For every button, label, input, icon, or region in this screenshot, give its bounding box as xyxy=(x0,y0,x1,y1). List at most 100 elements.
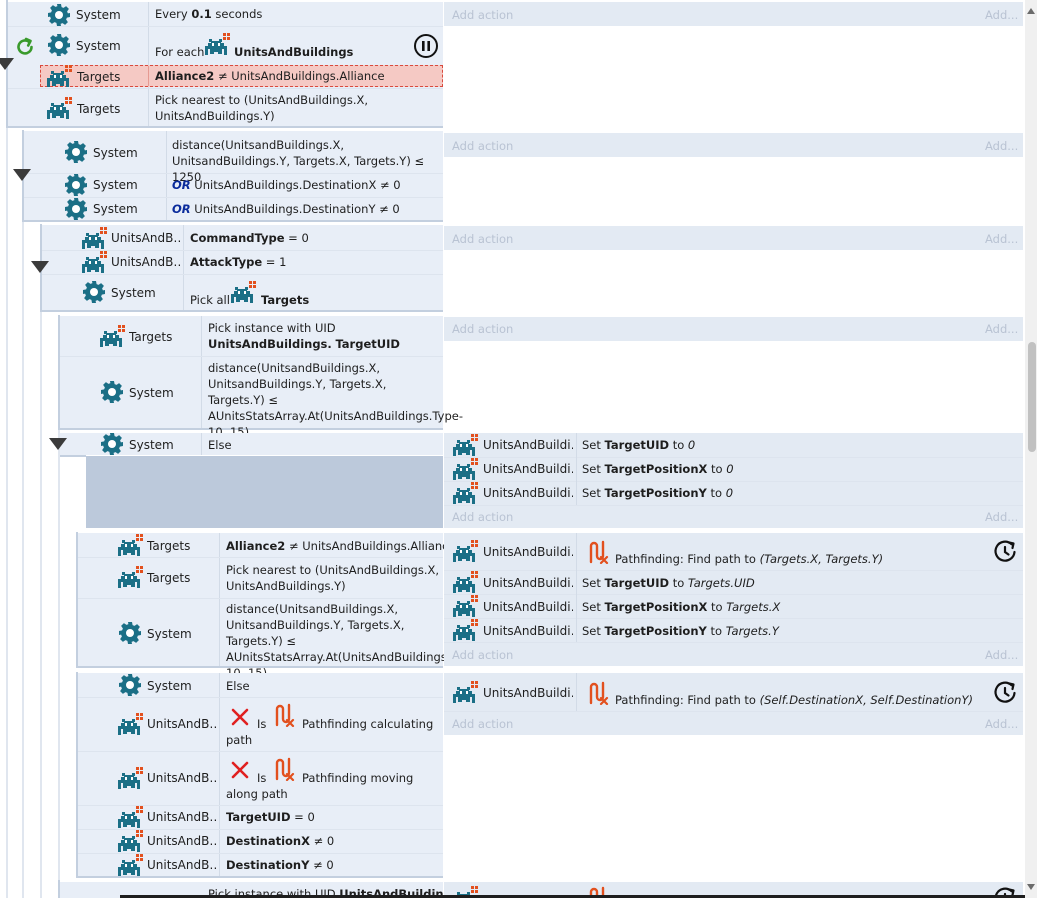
object-name: UnitsAndB… xyxy=(147,810,217,824)
else-body xyxy=(86,456,443,528)
action-set-target-pos-x[interactable]: Set TargetPositionX to Targets.X xyxy=(582,599,780,615)
sprite-object-icon xyxy=(116,566,144,588)
condition-alliance[interactable]: Alliance2 ≠ UnitsAndBuildings.Alliance xyxy=(226,538,456,554)
condition-command-type[interactable]: CommandType = 0 xyxy=(190,230,309,246)
sprite-object-icon xyxy=(80,227,108,249)
actions-area[interactable] xyxy=(444,2,1023,26)
action-set-target-uid[interactable]: Set TargetUID to 0 xyxy=(582,437,695,453)
object-name: UnitsAndBuildi… xyxy=(483,486,573,500)
actions-area[interactable] xyxy=(444,226,1023,250)
action-set-target-uid[interactable]: Set TargetUID to Targets.UID xyxy=(582,575,755,591)
object-name: UnitsAndBuildi… xyxy=(483,438,573,452)
sprite-object-icon xyxy=(116,767,144,789)
condition-else[interactable]: Else xyxy=(226,678,250,694)
add-link[interactable]: Add... xyxy=(985,717,1018,731)
actions-area[interactable] xyxy=(444,317,1023,341)
condition-attack-type[interactable]: AttackType = 1 xyxy=(190,254,286,270)
add-action-link[interactable]: Add action xyxy=(452,510,513,524)
object-name: UnitsAndB… xyxy=(111,255,181,269)
object-name: System xyxy=(93,146,138,160)
collapse-toggle[interactable] xyxy=(0,58,14,70)
add-action-link[interactable]: Add action xyxy=(452,8,513,22)
object-name: System xyxy=(93,202,138,216)
object-name: Targets xyxy=(77,102,121,116)
collapse-toggle[interactable] xyxy=(31,261,49,273)
scroll-thumb[interactable] xyxy=(1028,342,1036,452)
actions-area[interactable] xyxy=(444,133,1023,157)
object-name: System xyxy=(129,438,174,452)
async-wait-icon xyxy=(992,539,1018,565)
sprite-object-icon xyxy=(451,619,479,641)
sprite-object-icon xyxy=(98,325,126,347)
object-name: System xyxy=(76,39,121,53)
add-link[interactable]: Add... xyxy=(985,8,1018,22)
action-find-path[interactable]: Pathfinding: Find path to (Self.Destinat… xyxy=(615,692,973,708)
scroll-up-arrow[interactable] xyxy=(1027,8,1035,14)
sprite-object-icon xyxy=(451,458,479,480)
object-name: UnitsAndB… xyxy=(147,717,217,731)
add-action-link[interactable]: Add action xyxy=(452,648,513,662)
condition-for-each[interactable]: For each xyxy=(155,44,204,60)
add-link[interactable]: Add... xyxy=(985,322,1018,336)
add-link[interactable]: Add... xyxy=(985,510,1018,524)
condition-pick-by-uid[interactable]: Pick instance with UID UnitsAndBuildings… xyxy=(208,320,440,352)
gear-icon xyxy=(100,380,124,404)
action-set-target-pos-x[interactable]: Set TargetPositionX to 0 xyxy=(582,461,734,477)
collapse-toggle[interactable] xyxy=(49,438,67,450)
condition-pick-nearest[interactable]: Pick nearest to (UnitsAndBuildings.X, Un… xyxy=(226,562,440,594)
pathfinding-icon xyxy=(587,540,609,564)
condition-destination-y[interactable]: DestinationY ≠ 0 xyxy=(226,857,334,873)
add-link[interactable]: Add... xyxy=(985,139,1018,153)
object-name: UnitsAndB… xyxy=(147,771,217,785)
object-name: UnitsAndB… xyxy=(147,858,217,872)
condition-target-uid[interactable]: TargetUID = 0 xyxy=(226,809,315,825)
object-name: Targets xyxy=(129,330,173,344)
sprite-object-icon xyxy=(80,251,108,273)
condition-pathfinding-calculating[interactable]: Pathfinding calculating path xyxy=(226,716,440,748)
gear-icon xyxy=(118,621,142,645)
condition-distance-range[interactable]: distance(UnitsandBuildings.X, UnitsandBu… xyxy=(226,601,481,681)
condition-else[interactable]: Else xyxy=(208,437,232,453)
sprite-object-icon xyxy=(451,434,479,456)
add-action-link[interactable]: Add action xyxy=(452,139,513,153)
add-action-link[interactable]: Add action xyxy=(452,322,513,336)
gear-icon xyxy=(64,197,88,221)
add-link[interactable]: Add... xyxy=(985,648,1018,662)
sprite-object-icon xyxy=(451,571,479,593)
async-wait-icon xyxy=(992,680,1018,706)
condition-pick-nearest[interactable]: Pick nearest to (UnitsAndBuildings.X, Un… xyxy=(155,92,395,124)
sprite-object-icon xyxy=(116,713,144,735)
collapse-toggle[interactable] xyxy=(13,169,31,181)
scroll-down-arrow[interactable] xyxy=(1027,884,1035,890)
object-name: Targets xyxy=(147,571,191,585)
condition-distance-range[interactable]: distance(UnitsandBuildings.X, UnitsandBu… xyxy=(208,360,463,440)
pathfinding-icon xyxy=(587,681,609,705)
object-name: System xyxy=(147,679,192,693)
object-name: Targets xyxy=(77,70,121,84)
add-action-link[interactable]: Add action xyxy=(452,717,513,731)
action-set-target-pos-y[interactable]: Set TargetPositionY to Targets.Y xyxy=(582,623,779,639)
action-set-target-pos-y[interactable]: Set TargetPositionY to 0 xyxy=(582,485,733,501)
action-find-path[interactable]: Pathfinding: Find path to (Targets.X, Ta… xyxy=(615,551,883,567)
condition-every-tick[interactable]: Every 0.1 seconds xyxy=(155,6,262,22)
object-name: UnitsAndBuildi… xyxy=(483,462,573,476)
sprite-object-icon xyxy=(116,806,144,828)
add-link[interactable]: Add... xyxy=(985,232,1018,246)
condition-or-destination-x[interactable]: OR UnitsAndBuildings.DestinationX ≠ 0 xyxy=(172,177,401,193)
gear-icon xyxy=(118,673,142,697)
gear-icon xyxy=(100,432,124,456)
add-action-link[interactable]: Add action xyxy=(452,232,513,246)
condition-pathfinding-moving[interactable]: Pathfinding moving along path xyxy=(226,770,440,802)
gear-icon xyxy=(47,33,71,57)
condition-pick-all[interactable]: Pick all xyxy=(190,292,230,308)
object-name: System xyxy=(76,8,121,22)
object-name: UnitsAndBuildi… xyxy=(483,576,573,590)
pause-icon[interactable] xyxy=(413,33,439,59)
object-name: UnitsAndBuildi… xyxy=(483,600,573,614)
object-name: UnitsAndBuildi… xyxy=(483,686,573,700)
sprite-object-icon xyxy=(451,540,479,562)
condition-alliance[interactable]: Alliance2 ≠ UnitsAndBuildings.Alliance xyxy=(155,68,385,84)
condition-or-destination-y[interactable]: OR UnitsAndBuildings.DestinationY ≠ 0 xyxy=(172,201,400,217)
gear-icon xyxy=(64,140,88,164)
condition-destination-x[interactable]: DestinationX ≠ 0 xyxy=(226,833,334,849)
